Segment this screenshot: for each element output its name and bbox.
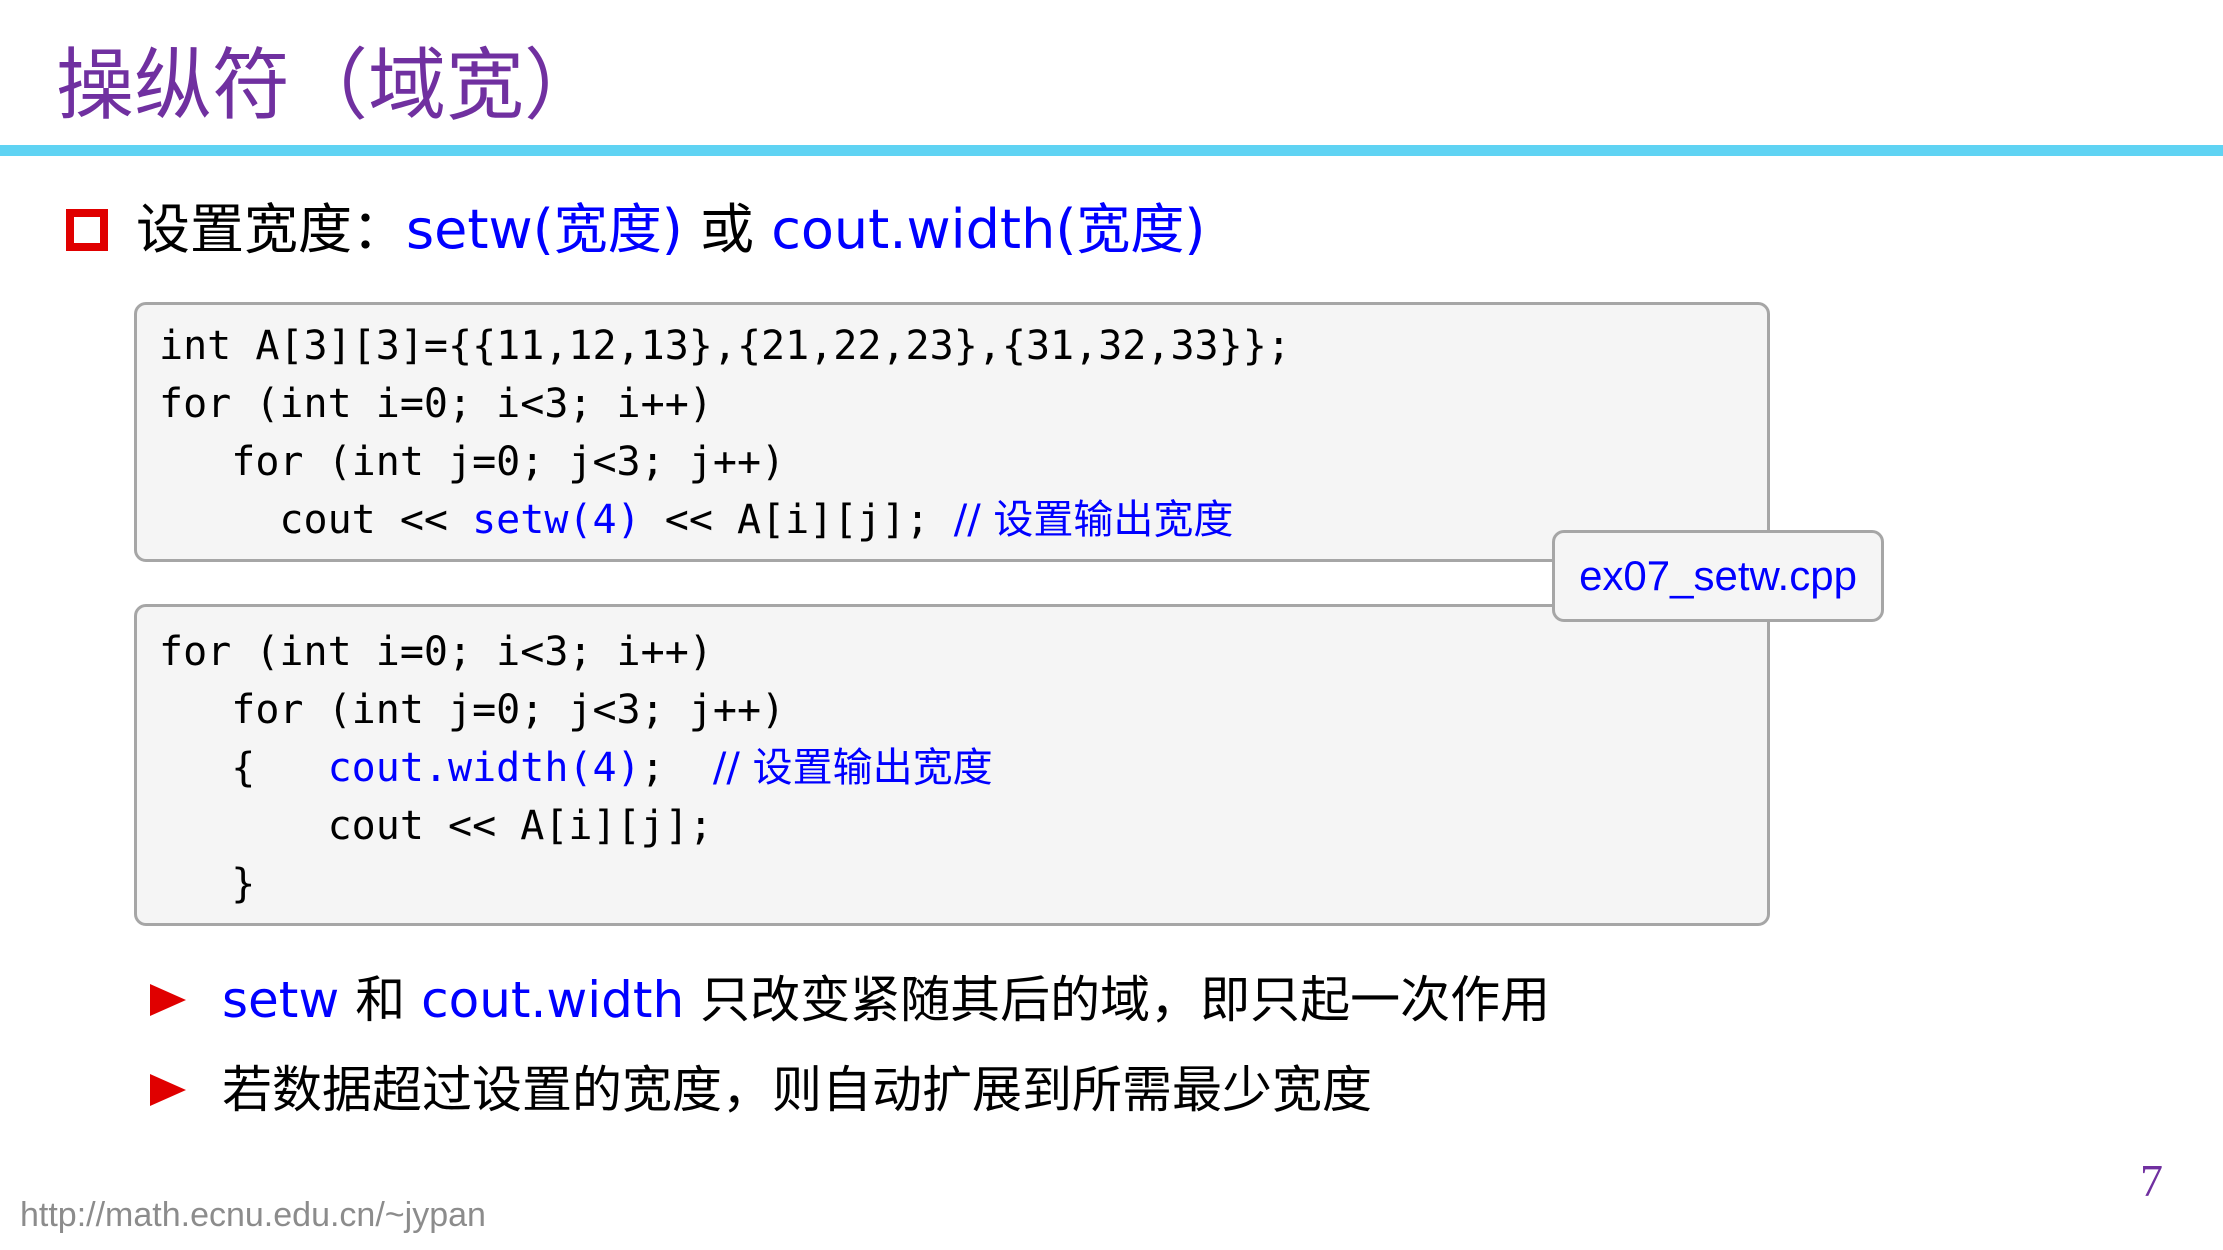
code-text: << A[i][j]; xyxy=(640,497,954,543)
slide-title: 操纵符（域宽） xyxy=(56,41,603,131)
code-line: cout << A[i][j]; xyxy=(159,803,713,849)
code-comment: // 设置输出宽度 xyxy=(953,497,1234,543)
code-line: int A[3][3]={{11,12,13},{21,22,23},{31,3… xyxy=(159,323,1291,369)
title-divider xyxy=(0,145,2223,156)
bullet-text: 若数据超过设置的宽度，则自动扩展到所需最少宽度 xyxy=(222,1061,1372,1119)
section-heading: 设置宽度：setw(宽度) 或 cout.width(宽度) xyxy=(66,192,1205,268)
heading-setw: setw(宽度) xyxy=(406,198,683,261)
heading-connector: 或 xyxy=(682,198,772,261)
code-comment: // 设置输出宽度 xyxy=(712,745,993,791)
code-text: ; xyxy=(640,745,713,791)
code-line: for (int i=0; i<3; i++) xyxy=(159,629,713,675)
list-item: 若数据超过设置的宽度，则自动扩展到所需最少宽度 xyxy=(150,1052,1372,1128)
code-block-setw: int A[3][3]={{11,12,13},{21,22,23},{31,3… xyxy=(134,302,1770,562)
code-line: for (int j=0; j<3; j++) xyxy=(159,687,786,733)
right-triangle-icon xyxy=(150,1074,186,1106)
right-triangle-icon xyxy=(150,984,186,1016)
code-block-cout-width: for (int i=0; i<3; i++) for (int j=0; j<… xyxy=(134,604,1770,926)
heading-cout-width: cout.width(宽度) xyxy=(771,198,1206,261)
page-number: 7 xyxy=(2140,1155,2163,1206)
bullet-text: setw 和 cout.width 只改变紧随其后的域，即只起一次作用 xyxy=(222,962,1550,1038)
code-line: cout << setw(4) << A[i][j]; // 设置输出宽度 xyxy=(159,491,1233,549)
bullet-text-part: 和 xyxy=(339,971,422,1029)
code-line: } xyxy=(159,861,256,907)
bullet-keyword: cout.width xyxy=(421,971,685,1029)
heading-prefix: 设置宽度： xyxy=(136,198,406,261)
code-text: { xyxy=(159,745,328,791)
code-line: { cout.width(4); // 设置输出宽度 xyxy=(159,739,993,797)
hollow-square-icon xyxy=(66,209,108,251)
file-name-label: ex07_setw.cpp xyxy=(1552,530,1884,622)
code-text: cout << xyxy=(159,497,473,543)
code-highlight: setw(4) xyxy=(472,497,641,543)
footer-url: http://math.ecnu.edu.cn/~jypan xyxy=(20,1196,486,1234)
bullet-text-part: 只改变紧随其后的域，即只起一次作用 xyxy=(684,971,1551,1029)
code-highlight: cout.width(4) xyxy=(327,745,641,791)
list-item: setw 和 cout.width 只改变紧随其后的域，即只起一次作用 xyxy=(150,962,1550,1038)
heading-text: 设置宽度：setw(宽度) 或 cout.width(宽度) xyxy=(136,192,1205,268)
bullet-keyword: setw xyxy=(222,971,340,1029)
code-line: for (int j=0; j<3; j++) xyxy=(159,439,786,485)
code-line: for (int i=0; i<3; i++) xyxy=(159,381,713,427)
